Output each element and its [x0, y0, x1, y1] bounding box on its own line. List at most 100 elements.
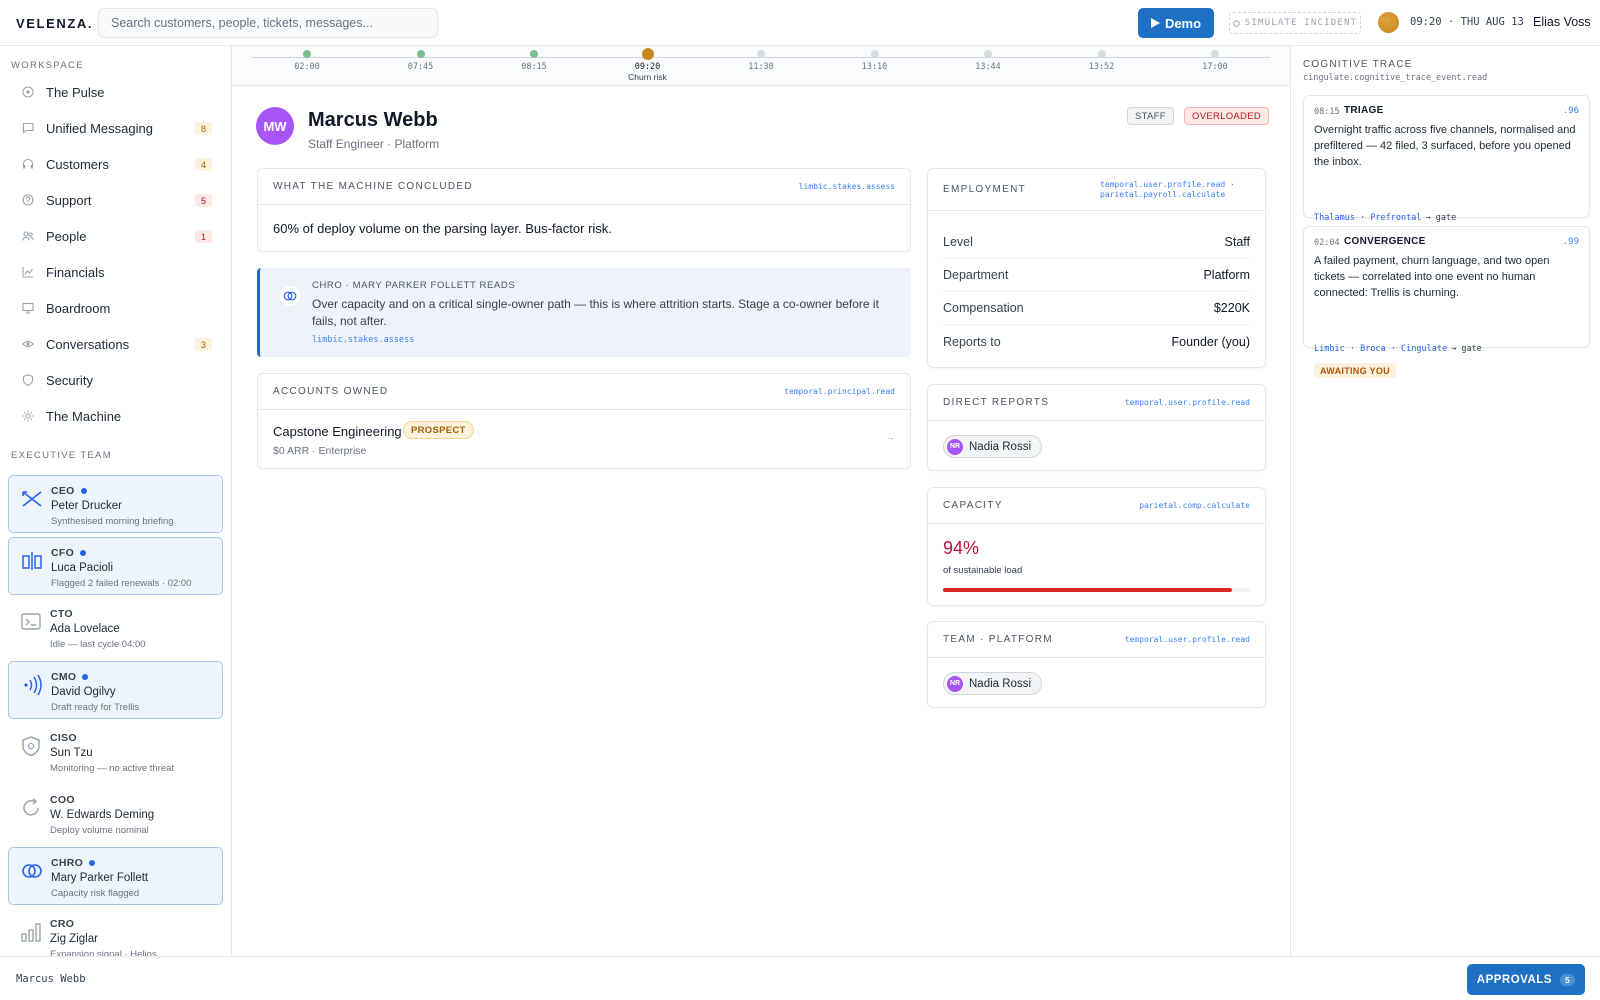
- accounts-title: ACCOUNTS OWNED: [273, 386, 389, 397]
- trace-event-card[interactable]: 08:15 TRIAGE .96 Overnight traffic across f…: [1303, 95, 1590, 248]
- brain-region-link[interactable]: Broca: [1360, 344, 1386, 354]
- employment-title: EMPLOYMENT: [943, 184, 1027, 195]
- count-badge: 8: [195, 122, 212, 135]
- sidebar-item-label: Financials: [46, 264, 105, 280]
- avatar: MW: [256, 107, 294, 145]
- ledger-icon: [21, 550, 43, 572]
- trace-event-time: 02:04: [1314, 238, 1340, 248]
- account-subtitle: $0 ARR · Enterprise: [273, 445, 367, 457]
- exec-role: CRO: [50, 918, 74, 930]
- sidebar-item-support[interactable]: Support 5: [12, 185, 212, 215]
- exec-card-chro[interactable]: CHRO Mary Parker Follett Capacity risk fla…: [8, 847, 223, 905]
- timeline-point[interactable]: 13:44: [953, 48, 1023, 72]
- person-chip[interactable]: NR Nadia Rossi: [943, 672, 1042, 695]
- timeline-time: 07:45: [407, 62, 434, 72]
- cycle-icon: [20, 797, 42, 819]
- sidebar-item-customers[interactable]: Customers 4: [12, 149, 212, 179]
- timeline-dot: [870, 50, 879, 58]
- exec-role: CEO: [51, 485, 87, 497]
- exec-card-cto[interactable]: CTO Ada Lovelace Idle — last cycle 04:00: [8, 599, 223, 657]
- approvals-button[interactable]: APPROVALS 5: [1467, 964, 1585, 995]
- exec-status: Monitoring — no active threat: [50, 763, 175, 774]
- employment-field-value: $220K: [1213, 301, 1250, 315]
- exec-status: Capacity risk flagged: [51, 888, 140, 899]
- breadcrumb: Marcus Webb: [16, 973, 86, 985]
- capacity-title: CAPACITY: [943, 500, 1003, 511]
- exec-name: Sun Tzu: [50, 747, 93, 759]
- brain-region-link[interactable]: Limbic: [1314, 344, 1345, 354]
- trace-event-card[interactable]: 02:04 CONVERGENCE .99 A failed payment, chu…: [1303, 226, 1590, 378]
- cognitive-trace-panel: COGNITIVE TRACE cingulate.cognitive_trac…: [1290, 46, 1600, 956]
- timeline-point[interactable]: 11:30: [726, 48, 796, 72]
- employment-field-label: Reports to: [943, 334, 1001, 349]
- exec-card-cro[interactable]: CRO Zig Ziglar Expansion signal · Helios: [8, 909, 223, 956]
- timeline-dot: [530, 50, 538, 58]
- timeline-point[interactable]: 07:45: [386, 48, 456, 72]
- timeline-point[interactable]: 09:20 Churn risk: [613, 48, 683, 82]
- exec-card-cfo[interactable]: CFO Luca Pacioli Flagged 2 failed renewals…: [8, 537, 223, 595]
- capacity-bar-fill: [943, 588, 1232, 592]
- timeline-point[interactable]: 08:15: [499, 48, 569, 72]
- headset-icon: [22, 158, 34, 170]
- capacity-subtitle: of sustainable load: [943, 565, 1023, 576]
- brain-region-link[interactable]: Cingulate: [1401, 344, 1447, 354]
- accounts-card: ACCOUNTS OWNED temporal.principal.read C…: [257, 373, 911, 469]
- exec-name: Luca Pacioli: [51, 562, 114, 574]
- demo-button-label: Demo: [1164, 15, 1202, 31]
- eye-icon: [22, 338, 34, 350]
- sidebar-item-financials[interactable]: Financials: [12, 257, 212, 287]
- awaiting-badge[interactable]: AWAITING YOU: [1314, 363, 1396, 378]
- count-badge: 1: [195, 230, 212, 243]
- trace-event-regions: Limbic · Broca · Cingulate → gate: [1314, 344, 1482, 354]
- exec-name: Peter Drucker: [51, 500, 122, 512]
- sidebar-item-the-pulse[interactable]: The Pulse: [12, 77, 212, 107]
- sidebar-item-people[interactable]: People 1: [12, 221, 212, 251]
- exec-name: W. Edwards Deming: [50, 809, 155, 821]
- sidebar-item-the-machine[interactable]: The Machine: [12, 401, 212, 431]
- direct-reports-card: DIRECT REPORTS temporal.user.profile.rea…: [927, 384, 1266, 471]
- sidebar-item-label: Support: [46, 192, 92, 208]
- team-title: TEAM · PLATFORM: [943, 634, 1053, 645]
- sidebar-item-boardroom[interactable]: Boardroom: [12, 293, 212, 323]
- person-chip[interactable]: NR Nadia Rossi: [943, 435, 1042, 458]
- timeline-point[interactable]: 13:10: [840, 48, 910, 72]
- sidebar: WORKSPACE The Pulse Unified Messaging 8 Cus…: [0, 46, 232, 956]
- timeline-time: 08:15: [521, 62, 547, 72]
- exec-card-coo[interactable]: COO W. Edwards Deming Deploy volume nomina…: [8, 785, 223, 843]
- exec-role-label: CTO: [50, 608, 73, 620]
- timeline-point[interactable]: 17:00: [1180, 48, 1250, 72]
- executive-team-heading: EXECUTIVE TEAM: [11, 450, 112, 461]
- brain-region-link[interactable]: Prefrontal: [1370, 213, 1421, 223]
- user-name[interactable]: Elias Voss: [1533, 15, 1591, 29]
- brand-logo[interactable]: VELENZA.: [16, 16, 93, 31]
- arrow-right-icon[interactable]: →: [886, 432, 895, 442]
- sidebar-item-label: Conversations: [46, 336, 130, 352]
- sidebar-item-unified-messaging[interactable]: Unified Messaging 8: [12, 113, 212, 143]
- sidebar-item-security[interactable]: Security: [12, 365, 212, 395]
- employment-row: Reports to Founder (you): [943, 325, 1250, 358]
- exec-card-cmo[interactable]: CMO David Ogilvy Draft ready for Trellis: [8, 661, 223, 719]
- sidebar-item-conversations[interactable]: Conversations 3: [12, 329, 212, 359]
- clock: 09:20 · THU AUG 13: [1410, 16, 1524, 28]
- team-card: TEAM · PLATFORM temporal.user.profile.re…: [927, 621, 1266, 708]
- gate-label: → gate: [1451, 344, 1482, 354]
- trace-event-score: .99: [1562, 237, 1579, 247]
- timeline-label: Churn risk: [628, 72, 667, 82]
- timeline-point[interactable]: 02:00: [272, 48, 342, 72]
- sidebar-item-label: People: [46, 228, 87, 244]
- account-name[interactable]: Capstone Engineering: [273, 424, 402, 439]
- timeline-point[interactable]: 13:52: [1067, 48, 1137, 72]
- exec-card-ciso[interactable]: CISO Sun Tzu Monitoring — no active threat: [8, 723, 223, 781]
- timeline-time: 09:20: [634, 62, 661, 72]
- compass-icon: [21, 488, 43, 510]
- simulate-incident-button[interactable]: SIMULATE INCIDENT: [1229, 12, 1361, 34]
- simulate-incident-label: SIMULATE INCIDENT: [1244, 18, 1358, 28]
- count-badge: 3: [195, 338, 212, 351]
- capacity-value: 94%: [943, 538, 980, 558]
- search-input[interactable]: [98, 8, 438, 38]
- demo-button[interactable]: Demo: [1138, 8, 1214, 38]
- sidebar-item-label: Boardroom: [46, 300, 111, 316]
- brain-region-link[interactable]: Thalamus: [1314, 213, 1355, 223]
- exec-card-ceo[interactable]: CEO Peter Drucker Synthesised morning brie…: [8, 475, 223, 533]
- exec-status: Idle — last cycle 04:00: [50, 639, 146, 650]
